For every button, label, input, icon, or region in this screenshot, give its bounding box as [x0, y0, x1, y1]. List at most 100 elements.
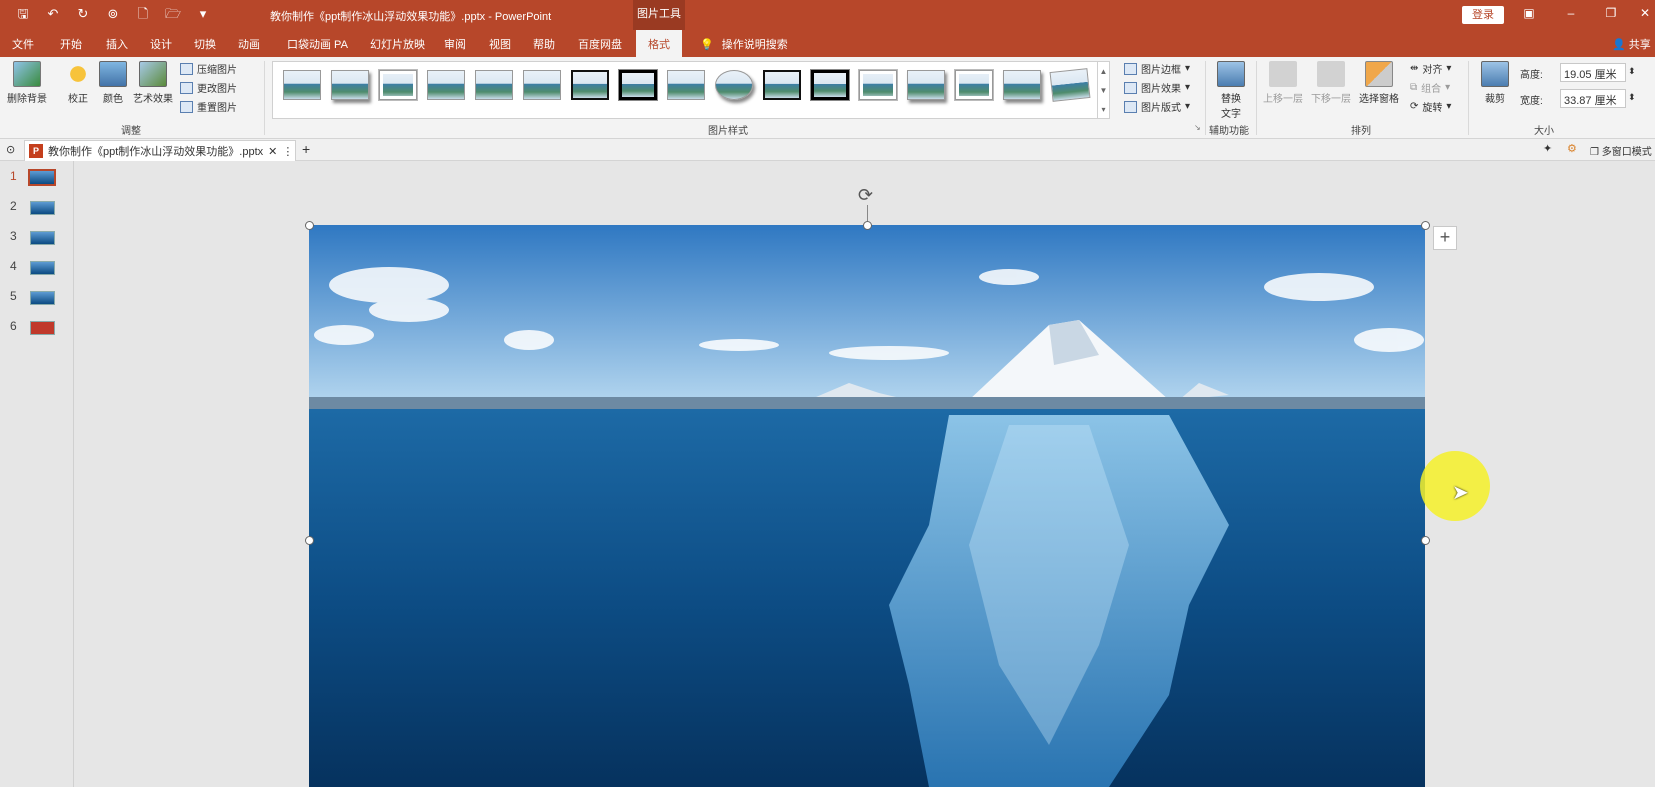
style-thumb[interactable]: [331, 70, 369, 100]
crop-button[interactable]: 裁剪: [1472, 61, 1518, 105]
share-button[interactable]: 👤 共享: [1612, 36, 1651, 52]
resize-handle-top-left[interactable]: [305, 221, 314, 230]
style-thumb[interactable]: [475, 70, 513, 100]
tab-home[interactable]: 开始: [60, 36, 82, 52]
style-thumb[interactable]: [571, 70, 609, 100]
undo-icon[interactable]: ↶: [44, 6, 62, 22]
tab-menu-icon[interactable]: ⊙: [6, 143, 15, 156]
multi-window-button[interactable]: ❐ 多窗口模式: [1590, 143, 1652, 158]
width-spinner-icon[interactable]: ⬍: [1628, 92, 1636, 103]
tab-view[interactable]: 视图: [489, 36, 511, 52]
color-label: 颜色: [103, 94, 123, 105]
rotate-label: 旋转: [1422, 103, 1443, 114]
dialog-launcher-icon[interactable]: ↘: [1194, 123, 1201, 132]
style-thumb[interactable]: [523, 70, 561, 100]
slide-thumbnail[interactable]: [30, 321, 55, 335]
selection-pane-button[interactable]: 选择窗格: [1356, 61, 1402, 105]
tab-baidu-netdisk[interactable]: 百度网盘: [578, 36, 622, 52]
iceberg-picture[interactable]: [309, 225, 1425, 787]
ribbon-display-icon[interactable]: ▣: [1520, 6, 1538, 20]
slideshow-icon[interactable]: ⊚: [104, 6, 122, 22]
picture-layout-button[interactable]: 图片版式 ▾: [1124, 99, 1190, 114]
resize-handle-top-right[interactable]: [1421, 221, 1430, 230]
style-thumb[interactable]: [379, 70, 417, 100]
style-thumb[interactable]: [811, 70, 849, 100]
change-picture-button[interactable]: 更改图片: [180, 80, 237, 95]
style-thumb[interactable]: [715, 70, 753, 100]
picture-effects-button[interactable]: 图片效果 ▾: [1124, 80, 1190, 95]
style-thumb[interactable]: [859, 70, 897, 100]
slide-thumbnail[interactable]: [30, 201, 55, 215]
style-thumb[interactable]: [667, 70, 705, 100]
gallery-scroll-up-icon[interactable]: ▲: [1097, 62, 1109, 81]
align-icon: ⇹: [1410, 63, 1419, 74]
style-thumb[interactable]: [427, 70, 465, 100]
close-icon[interactable]: ✕: [1636, 6, 1654, 20]
minimize-icon[interactable]: –: [1562, 6, 1580, 20]
restore-icon[interactable]: ❐: [1602, 6, 1620, 20]
rotate-button[interactable]: ⟳ 旋转 ▾: [1410, 99, 1451, 114]
rotate-handle-icon[interactable]: ⟳: [858, 185, 873, 206]
resize-handle-top[interactable]: [863, 221, 872, 230]
resize-handle-left[interactable]: [305, 536, 314, 545]
tab-animations[interactable]: 动画: [238, 36, 260, 52]
gallery-more-icon[interactable]: ▾: [1097, 100, 1109, 119]
new-file-icon[interactable]: 🗋: [134, 6, 152, 22]
new-tab-icon[interactable]: +: [302, 141, 310, 157]
bring-forward-button[interactable]: 上移一层: [1260, 61, 1306, 105]
tab-pocket-animation[interactable]: 口袋动画 PA: [287, 36, 348, 52]
document-tab[interactable]: P 教你制作《ppt制作冰山浮动效果功能》.pptx ✕ ⋮: [24, 140, 296, 161]
corrections-label: 校正: [68, 94, 88, 105]
slide-thumbnail[interactable]: [30, 261, 55, 275]
height-label: 高度:: [1520, 70, 1543, 81]
tab-slideshow[interactable]: 幻灯片放映: [370, 36, 425, 52]
tab-design[interactable]: 设计: [150, 36, 172, 52]
group-button[interactable]: ⧉ 组合 ▾: [1410, 80, 1450, 95]
slide-thumbnail[interactable]: [30, 231, 55, 245]
style-thumb[interactable]: [763, 70, 801, 100]
style-thumb[interactable]: [619, 70, 657, 100]
style-thumb[interactable]: [283, 70, 321, 100]
tell-me-search[interactable]: 💡 操作说明搜索: [700, 36, 788, 52]
height-spinner-icon[interactable]: ⬍: [1628, 66, 1636, 77]
style-thumb[interactable]: [955, 70, 993, 100]
compress-pictures-button[interactable]: 压缩图片: [180, 61, 237, 76]
save-icon[interactable]: 🖫: [14, 6, 32, 22]
redo-icon[interactable]: ↻: [74, 6, 92, 22]
pin-icon[interactable]: ✦: [1543, 142, 1552, 155]
slide-thumbnail[interactable]: [28, 169, 56, 186]
width-input[interactable]: 33.87 厘米: [1560, 89, 1626, 108]
picture-border-button[interactable]: 图片边框 ▾: [1124, 61, 1190, 76]
resize-handle-right[interactable]: [1421, 536, 1430, 545]
settings-gear-icon[interactable]: ⚙: [1567, 142, 1577, 155]
add-layout-options-icon[interactable]: +: [1433, 226, 1457, 250]
reset-picture-button[interactable]: 重置图片: [180, 99, 237, 114]
style-thumb[interactable]: [1049, 68, 1091, 102]
slide-number: 1: [10, 169, 17, 183]
alt-text-button[interactable]: 替换 文字: [1208, 61, 1254, 120]
tab-more-icon[interactable]: ⋮: [282, 145, 293, 158]
open-folder-icon[interactable]: 🗁: [164, 6, 182, 22]
send-backward-button[interactable]: 下移一层: [1308, 61, 1354, 105]
change-picture-icon: [180, 81, 193, 94]
height-input[interactable]: 19.05 厘米: [1560, 63, 1626, 82]
align-button[interactable]: ⇹ 对齐 ▾: [1410, 61, 1451, 76]
picture-effects-label: 图片效果: [1141, 84, 1181, 95]
artistic-effects-label: 艺术效果: [133, 94, 173, 105]
tab-format[interactable]: 格式: [636, 30, 682, 57]
artistic-effects-button[interactable]: 艺术效果: [130, 61, 176, 105]
login-button[interactable]: 登录: [1462, 6, 1504, 24]
tab-review[interactable]: 审阅: [444, 36, 466, 52]
customize-qat-icon[interactable]: ▾: [194, 6, 212, 22]
tab-file[interactable]: 文件: [12, 36, 34, 52]
slide-thumbnail[interactable]: [30, 291, 55, 305]
gallery-scroll-down-icon[interactable]: ▼: [1097, 81, 1109, 100]
close-tab-icon[interactable]: ✕: [268, 145, 277, 158]
style-thumb[interactable]: [907, 70, 945, 100]
tab-help[interactable]: 帮助: [533, 36, 555, 52]
style-thumb[interactable]: [1003, 70, 1041, 100]
tab-insert[interactable]: 插入: [106, 36, 128, 52]
tab-transitions[interactable]: 切换: [194, 36, 216, 52]
selection-pane-label: 选择窗格: [1359, 94, 1399, 105]
remove-background-button[interactable]: 删除背景: [4, 61, 50, 105]
